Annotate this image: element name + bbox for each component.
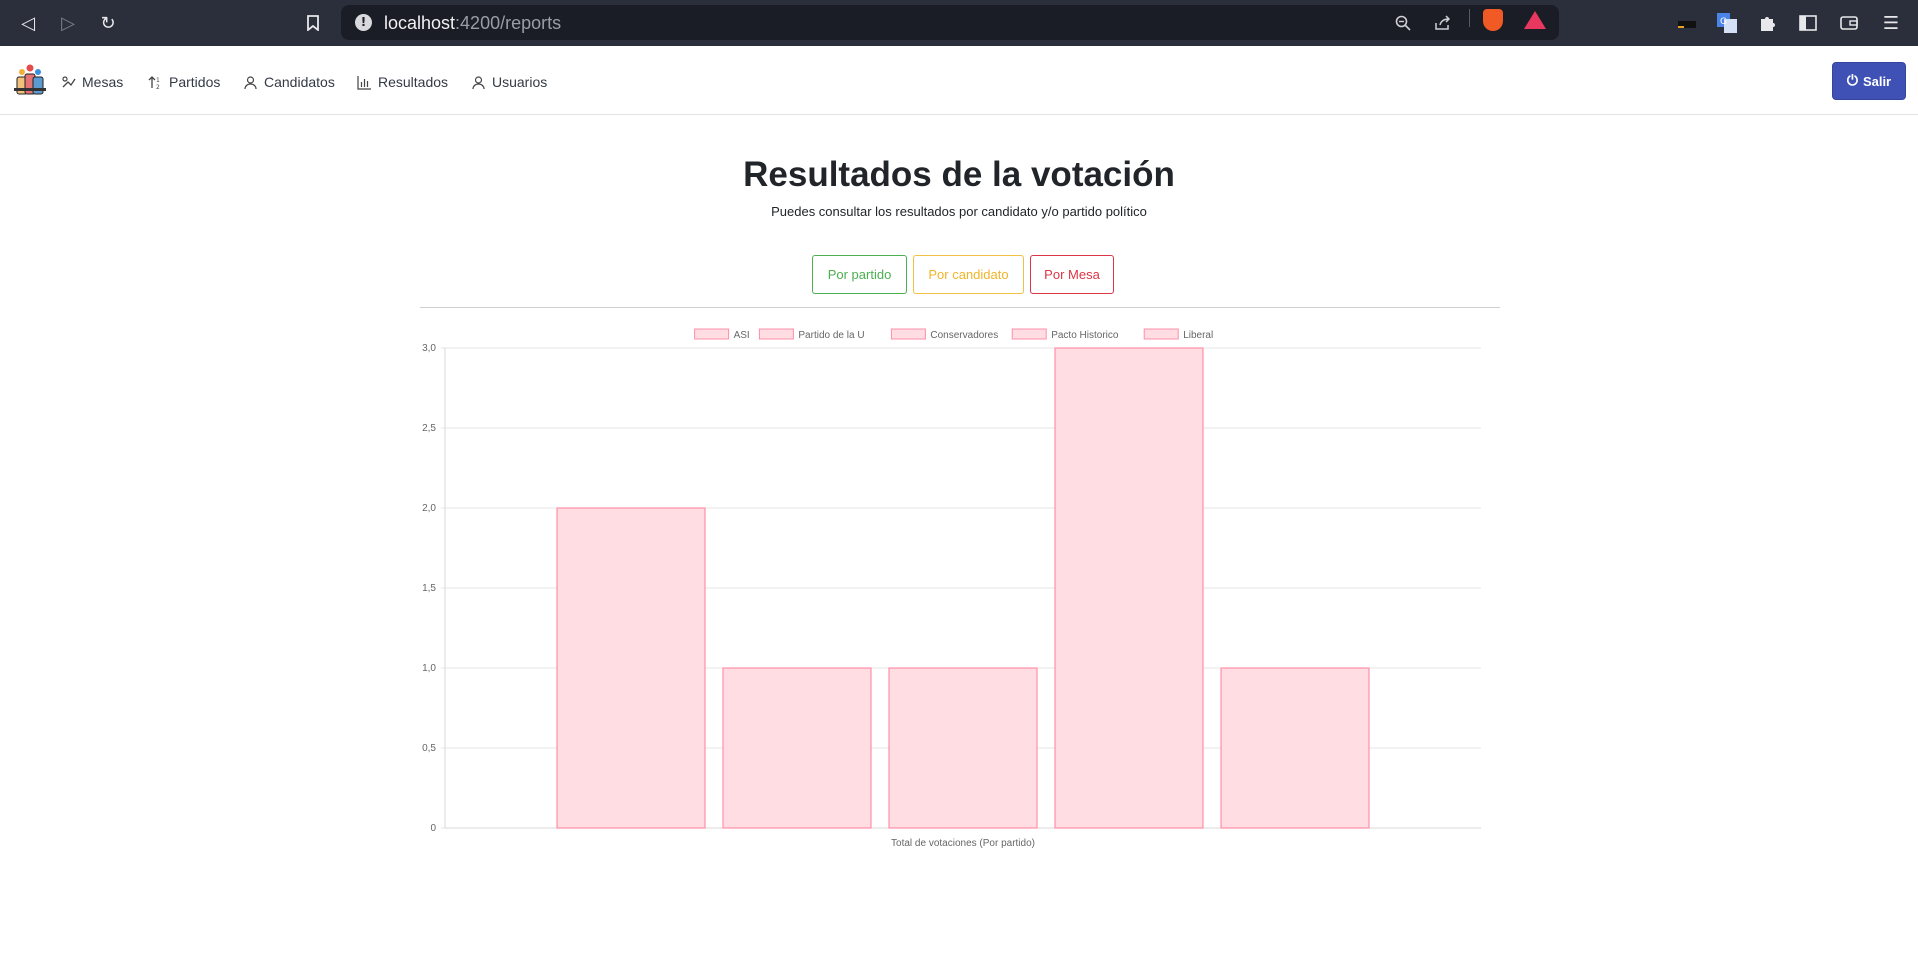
legend-label: Liberal <box>1183 330 1213 341</box>
y-tick-label: 0 <box>430 823 436 834</box>
bar-pacto-historico <box>1054 347 1204 829</box>
extension-cat-icon[interactable] <box>1674 10 1700 36</box>
app-navbar: Mesas 12 Partidos Candidatos Resultados … <box>0 46 1918 115</box>
url-host: localhost <box>384 13 456 33</box>
legend-swatch <box>1143 328 1179 340</box>
y-tick-label: 1,5 <box>422 583 436 594</box>
bar-chart-icon <box>356 74 372 90</box>
address-bar[interactable]: ! localhost:4200/reports <box>341 5 1559 40</box>
nav-label: Partidos <box>169 74 221 90</box>
user-icon <box>242 74 258 90</box>
y-tick-label: 3,0 <box>422 343 436 354</box>
bar-partido-de-la-u <box>722 667 872 829</box>
nav-item-usuarios[interactable]: Usuarios <box>470 72 547 92</box>
site-info-icon[interactable]: ! <box>355 14 372 31</box>
bar-chart: 0 0,5 1,0 1,5 2,0 2,5 3,0 ASI Partido de la U Con… <box>422 328 1481 849</box>
legend-swatch <box>1011 328 1047 340</box>
y-tick-label: 0,5 <box>422 743 436 754</box>
logout-label: Salir <box>1862 73 1892 89</box>
x-axis-label: Total de votaciones (Por partido) <box>891 838 1035 849</box>
page-title: Resultados de la votación <box>743 155 1175 194</box>
divider <box>420 307 1500 308</box>
reload-icon[interactable]: ↻ <box>95 10 121 36</box>
legend-swatch <box>694 328 730 340</box>
nav-item-candidatos[interactable]: Candidatos <box>242 72 335 92</box>
y-tick-label: 2,5 <box>422 423 436 434</box>
nav-label: Candidatos <box>264 74 335 90</box>
url-text[interactable]: localhost:4200/reports <box>384 13 561 34</box>
user-icon <box>470 74 486 90</box>
by-table-button[interactable]: Por Mesa <box>1030 255 1114 294</box>
legend-label: ASI <box>734 330 750 341</box>
power-icon: ⏻ <box>1846 73 1858 89</box>
forward-icon[interactable]: ▷ <box>55 10 81 36</box>
nav-item-mesas[interactable]: Mesas <box>60 72 123 92</box>
report-filter-buttons: Por partido Por candidato Por Mesa <box>812 255 1114 294</box>
svg-text:G: G <box>1720 17 1727 27</box>
bar-asi <box>556 507 706 829</box>
nav-label: Usuarios <box>492 74 548 90</box>
legend-label: Pacto Historico <box>1051 330 1119 341</box>
url-path: :4200/reports <box>455 13 562 33</box>
sort-icon: 12 <box>147 74 163 90</box>
legend-label: Conservadores <box>930 330 998 341</box>
logout-button[interactable]: ⏻ Salir <box>1832 62 1906 100</box>
wallet-icon[interactable] <box>1836 10 1862 36</box>
y-tick-label: 2,0 <box>422 503 436 514</box>
legend-label: Partido de la U <box>798 330 864 341</box>
nav-label: Mesas <box>82 74 124 90</box>
bookmark-icon[interactable] <box>300 10 326 36</box>
by-party-button[interactable]: Por partido <box>812 255 907 294</box>
menu-icon[interactable]: ☰ <box>1878 10 1904 36</box>
y-tick-label: 1,0 <box>422 663 436 674</box>
nav-item-resultados[interactable]: Resultados <box>356 72 448 92</box>
bar-conservadores <box>888 667 1038 829</box>
toolbar-divider <box>1469 9 1470 27</box>
bar-liberal <box>1220 667 1370 829</box>
svg-text:2: 2 <box>156 84 160 90</box>
sidebar-icon[interactable] <box>1795 10 1821 36</box>
brave-rewards-icon[interactable] <box>1524 11 1546 29</box>
svg-text:1: 1 <box>156 77 160 84</box>
page-subtitle: Puedes consultar los resultados por cand… <box>771 204 1147 219</box>
by-candidate-button[interactable]: Por candidato <box>913 255 1024 294</box>
logo[interactable] <box>13 63 47 97</box>
brave-shield-icon[interactable] <box>1483 9 1503 31</box>
legend-swatch <box>890 328 926 340</box>
table-icon <box>60 74 76 90</box>
browser-toolbar: ◁ ▷ ↻ ! localhost:4200/reports G ☰ <box>0 0 1918 46</box>
zoom-icon[interactable] <box>1391 11 1415 35</box>
translate-icon[interactable]: G <box>1714 10 1740 36</box>
nav-item-partidos[interactable]: 12 Partidos <box>147 72 220 92</box>
extensions-puzzle-icon[interactable] <box>1754 10 1780 36</box>
share-icon[interactable] <box>1431 11 1455 35</box>
nav-label: Resultados <box>378 74 449 90</box>
legend-swatch <box>758 328 794 340</box>
back-icon[interactable]: ◁ <box>15 10 41 36</box>
